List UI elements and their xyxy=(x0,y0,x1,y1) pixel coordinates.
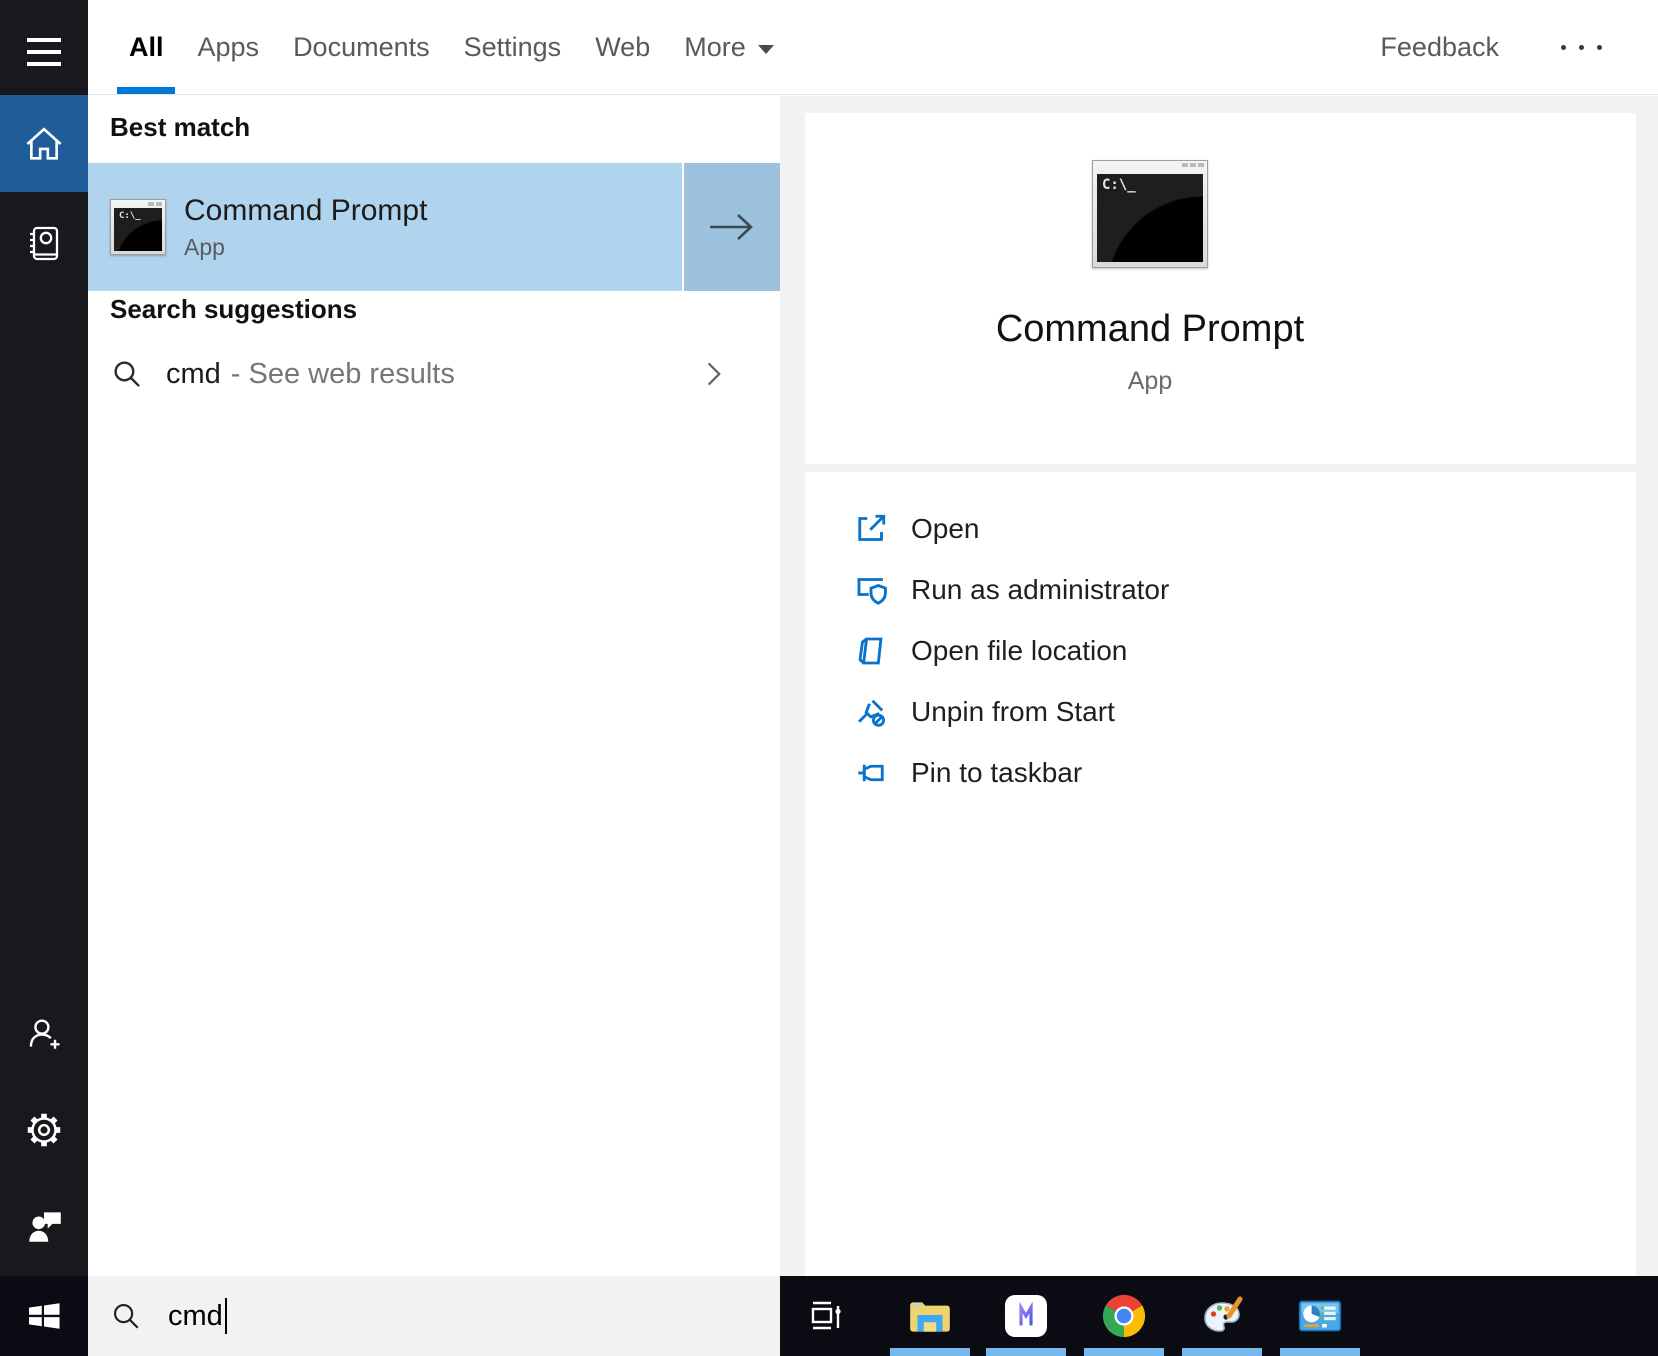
action-run-as-administrator[interactable]: Run as administrator xyxy=(853,559,1636,620)
suggestion-hint: - See web results xyxy=(231,358,455,391)
action-unpin-from-start[interactable]: Unpin from Start xyxy=(853,681,1636,742)
tab-documents[interactable]: Documents xyxy=(276,0,447,94)
active-tab-underline xyxy=(117,87,175,94)
preview-app-title: Command Prompt xyxy=(996,308,1304,351)
results-panel: Best match C:\_ Command Prompt App Searc… xyxy=(88,96,780,1276)
suggestion-query: cmd xyxy=(166,358,221,391)
journal-icon xyxy=(24,223,64,265)
expand-menu-button[interactable] xyxy=(0,8,88,96)
text-caret xyxy=(225,1298,227,1334)
tab-settings[interactable]: Settings xyxy=(447,0,579,94)
rail-item-add-user[interactable] xyxy=(0,990,88,1078)
search-filter-bar: All Apps Documents Settings Web More Fee… xyxy=(88,0,1658,95)
action-open[interactable]: Open xyxy=(853,498,1636,559)
task-view-button[interactable] xyxy=(786,1276,866,1356)
windows-start-icon xyxy=(24,1296,64,1336)
start-button[interactable] xyxy=(0,1276,88,1356)
tab-apps[interactable]: Apps xyxy=(181,0,277,94)
add-user-icon xyxy=(23,1013,65,1055)
rail-item-home[interactable] xyxy=(0,95,88,192)
best-match-heading: Best match xyxy=(110,112,250,143)
running-indicator xyxy=(1280,1276,1360,1356)
start-rail xyxy=(0,0,88,1356)
preview-actions-card: Open Run as administrator xyxy=(805,472,1636,1276)
pin-icon xyxy=(853,755,889,791)
expand-result-button[interactable] xyxy=(684,163,780,291)
open-file-location-icon xyxy=(853,633,889,669)
tab-all-label: All xyxy=(129,32,164,63)
arrow-right-icon xyxy=(706,210,758,244)
feedback-button[interactable]: Feedback xyxy=(1380,32,1499,63)
command-prompt-icon: C:\_ xyxy=(110,199,166,255)
open-icon xyxy=(853,511,889,547)
command-prompt-icon: C:\_ xyxy=(1092,160,1208,268)
search-icon xyxy=(110,357,144,391)
tab-web[interactable]: Web xyxy=(578,0,667,94)
tab-more[interactable]: More xyxy=(667,0,791,94)
taskbar xyxy=(780,1276,1658,1356)
result-type: App xyxy=(184,234,427,261)
running-indicator xyxy=(1084,1276,1164,1356)
search-suggestions-heading: Search suggestions xyxy=(110,294,357,325)
search-input[interactable]: cmd xyxy=(88,1276,780,1356)
action-open-file-location[interactable]: Open file location xyxy=(853,620,1636,681)
ellipsis-icon[interactable] xyxy=(1551,35,1612,60)
running-indicator xyxy=(890,1276,970,1356)
rail-item-feedback[interactable] xyxy=(0,1182,88,1270)
header-right: Feedback xyxy=(1380,0,1612,94)
preview-app-card: C:\_ Command Prompt App xyxy=(805,113,1636,464)
chevron-right-icon[interactable] xyxy=(698,357,728,391)
search-query-text: cmd xyxy=(168,1300,223,1333)
search-icon xyxy=(110,1300,142,1332)
chevron-down-icon xyxy=(758,45,774,54)
best-match-main[interactable]: C:\_ Command Prompt App xyxy=(88,163,682,291)
running-indicator xyxy=(986,1276,1066,1356)
rail-item-journal[interactable] xyxy=(0,200,88,288)
run-as-admin-icon xyxy=(853,572,889,608)
settings-gear-icon xyxy=(23,1109,65,1151)
suggestion-item[interactable]: cmd - See web results xyxy=(88,340,780,408)
best-match-item[interactable]: C:\_ Command Prompt App xyxy=(88,163,780,291)
preview-panel: C:\_ Command Prompt App Open xyxy=(780,96,1658,1276)
unpin-icon xyxy=(853,694,889,730)
feedback-person-icon xyxy=(23,1205,65,1247)
windows-search-screen: All Apps Documents Settings Web More Fee… xyxy=(0,0,1658,1356)
running-indicator xyxy=(1182,1276,1262,1356)
home-icon xyxy=(22,122,66,166)
action-pin-to-taskbar[interactable]: Pin to taskbar xyxy=(853,742,1636,803)
rail-item-settings[interactable] xyxy=(0,1086,88,1174)
task-view-icon xyxy=(804,1294,848,1338)
result-title: Command Prompt xyxy=(184,194,427,228)
preview-app-type: App xyxy=(1128,367,1172,396)
tab-all[interactable]: All xyxy=(112,0,181,94)
hamburger-icon xyxy=(27,30,61,74)
